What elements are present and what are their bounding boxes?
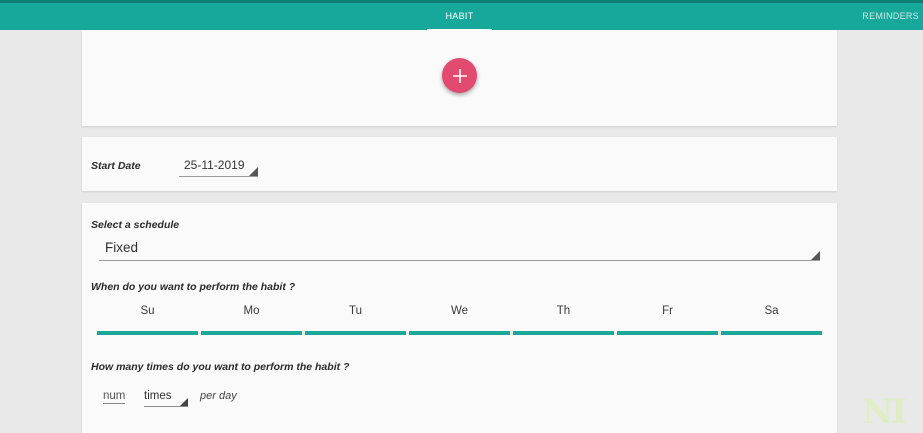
day-selected-indicator	[721, 331, 822, 335]
day-toggle-mo[interactable]: Mo	[201, 305, 302, 335]
day-selected-indicator	[409, 331, 510, 335]
times-dropdown[interactable]: times	[144, 388, 188, 407]
day-label: Th	[556, 305, 571, 317]
start-date-value: 25-11-2019	[184, 158, 245, 172]
day-toggle-we[interactable]: We	[409, 305, 510, 335]
schedule-label: Select a schedule	[91, 219, 180, 231]
start-date-label: Start Date	[91, 160, 141, 172]
day-label: Tu	[349, 305, 362, 317]
plus-icon	[452, 68, 467, 83]
tab-habit[interactable]: HABIT	[427, 3, 492, 31]
times-number-input[interactable]: num	[103, 390, 126, 404]
day-selected-indicator	[97, 331, 198, 335]
day-selected-indicator	[201, 331, 302, 335]
schedule-value: Fixed	[105, 240, 139, 255]
day-selected-indicator	[513, 331, 614, 335]
day-label: Sa	[764, 305, 779, 317]
day-selected-indicator	[305, 331, 406, 335]
dropdown-arrow-icon	[249, 167, 258, 176]
day-label: Fr	[662, 305, 673, 317]
dropdown-arrow-icon	[811, 251, 820, 260]
start-date-dropdown[interactable]: 25-11-2019	[179, 158, 258, 177]
day-toggle-su[interactable]: Su	[97, 305, 198, 335]
day-label: Su	[140, 305, 155, 317]
per-day-label: per day	[200, 390, 237, 402]
schedule-dropdown[interactable]: Fixed	[99, 238, 820, 261]
app-tab-bar: HABIT REMINDERS	[0, 0, 923, 31]
day-label: Mo	[243, 305, 260, 317]
times-value: times	[144, 390, 172, 402]
add-button[interactable]	[442, 58, 477, 93]
watermark-logo: NI	[862, 392, 907, 432]
day-toggle-tu[interactable]: Tu	[305, 305, 406, 335]
tab-reminders[interactable]: REMINDERS	[862, 3, 919, 30]
day-toggle-fr[interactable]: Fr	[617, 305, 718, 335]
day-selected-indicator	[617, 331, 718, 335]
day-toggle-th[interactable]: Th	[513, 305, 614, 335]
dropdown-arrow-icon	[180, 398, 188, 406]
when-label: When do you want to perform the habit ?	[91, 281, 296, 293]
how-many-label: How many times do you want to perform th…	[91, 361, 350, 373]
day-label: We	[450, 305, 469, 317]
day-toggle-sa[interactable]: Sa	[721, 305, 822, 335]
